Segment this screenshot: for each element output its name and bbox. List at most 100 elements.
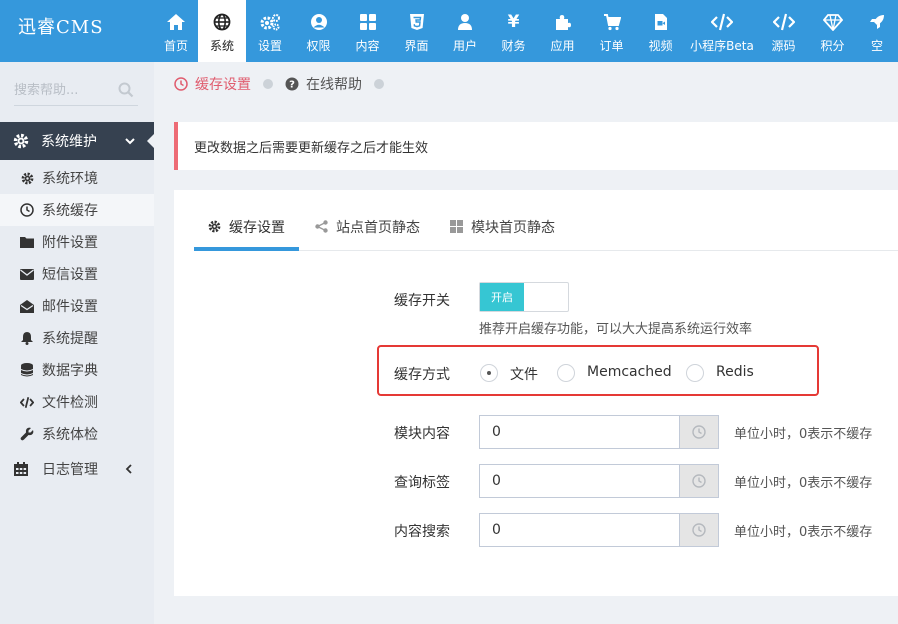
envelope-open-icon: [20, 299, 34, 313]
nav-item-more[interactable]: 空: [857, 0, 897, 62]
nav-item-settings[interactable]: 设置: [246, 0, 294, 62]
active-pointer: [147, 133, 155, 149]
settings-panel: 缓存设置 站点首页静态 模块首页静态 缓存开关 开启 推荐开启缓存功能，可以大大…: [174, 190, 898, 596]
nav-item-points[interactable]: 积分: [808, 0, 857, 62]
database-icon: [20, 363, 34, 377]
top-header: 迅睿CMS 首页 系统 设置 权限 内容 界面 用户 ¥ 财务 应用 订单 视频…: [0, 0, 898, 62]
nav-item-video[interactable]: 视频: [636, 0, 685, 62]
sidebar-item-health-check[interactable]: 系统体检: [0, 418, 154, 450]
content-search-label: 内容搜索: [394, 524, 450, 540]
sidebar-item-attachment[interactable]: 附件设置: [0, 226, 154, 258]
cog-icon: [13, 133, 31, 149]
cache-mode-label: 缓存方式: [394, 367, 450, 383]
cache-switch-hint: 推荐开启缓存功能，可以大大提高系统运行效率: [479, 322, 753, 337]
sidebar-group-system-maintenance[interactable]: 系统维护: [0, 122, 155, 160]
notice-banner: 更改数据之后需要更新缓存之后才能生效: [174, 122, 898, 170]
sidebar-item-system-env[interactable]: 系统环境: [0, 162, 154, 194]
clock-icon: [679, 464, 719, 498]
user-icon: [457, 11, 473, 33]
search-input[interactable]: [14, 76, 114, 104]
user-circle-icon: [310, 11, 328, 33]
nav-item-source[interactable]: 源码: [759, 0, 808, 62]
video-file-icon: [654, 11, 668, 33]
chevron-down-icon: [124, 135, 136, 151]
nav-item-system[interactable]: 系统: [198, 0, 246, 62]
content-search-input[interactable]: [479, 513, 679, 547]
grid-icon: [359, 11, 377, 33]
home-icon: [166, 11, 186, 33]
sidebar-item-file-check[interactable]: 文件检测: [0, 386, 154, 418]
module-content-input[interactable]: [479, 415, 679, 449]
tab-cache-settings[interactable]: 缓存设置: [194, 202, 299, 251]
module-content-label: 模块内容: [394, 426, 450, 442]
code-icon: [772, 11, 795, 33]
envelope-icon: [20, 268, 34, 280]
clock-icon: [174, 77, 188, 91]
sidebar-group-logs[interactable]: 日志管理: [0, 453, 154, 485]
breadcrumb-online-help[interactable]: ? 在线帮助: [285, 74, 362, 94]
breadcrumb-separator: [263, 79, 273, 89]
sidebar-item-system-cache[interactable]: 系统缓存: [0, 194, 154, 226]
nav-item-finance[interactable]: ¥ 财务: [489, 0, 538, 62]
nav-item-orders[interactable]: 订单: [587, 0, 636, 62]
puzzle-icon: [554, 11, 572, 33]
nav-item-miniprogram[interactable]: 小程序Beta: [685, 0, 759, 62]
tab-site-home-static[interactable]: 站点首页静态: [301, 202, 434, 251]
question-circle-icon: ?: [285, 77, 299, 91]
notice-text: 更改数据之后需要更新缓存之后才能生效: [194, 140, 429, 156]
sidebar-item-mail[interactable]: 邮件设置: [0, 290, 154, 322]
wrench-icon: [20, 427, 34, 441]
folder-icon: [20, 236, 34, 248]
radio-memcached[interactable]: [557, 364, 575, 382]
content-search-input-group: [479, 513, 719, 547]
share-icon: [315, 220, 328, 233]
cog-icon: [20, 172, 34, 185]
sidebar-item-dictionary[interactable]: 数据字典: [0, 354, 154, 386]
query-tag-input-group: [479, 464, 719, 498]
radio-file-label[interactable]: 文件: [510, 364, 538, 384]
nav-item-content[interactable]: 内容: [343, 0, 392, 62]
bell-icon: [20, 331, 34, 345]
yen-icon: ¥: [507, 12, 520, 32]
clock-icon: [679, 415, 719, 449]
html5-icon: [409, 11, 425, 33]
cog-icon: [208, 220, 221, 233]
nav-item-apps[interactable]: 应用: [538, 0, 587, 62]
sidebar-search: [14, 76, 138, 106]
clock-icon: [679, 513, 719, 547]
diamond-icon: [822, 11, 843, 33]
breadcrumb: 缓存设置 ? 在线帮助: [174, 74, 396, 94]
cache-switch-toggle[interactable]: 开启: [479, 282, 569, 312]
sidebar-item-reminder[interactable]: 系统提醒: [0, 322, 154, 354]
app-logo[interactable]: 迅睿CMS: [0, 0, 154, 62]
radio-redis-label[interactable]: Redis: [716, 364, 754, 380]
nav-item-home[interactable]: 首页: [154, 0, 198, 62]
code-icon: [20, 396, 34, 409]
tab-module-home-static[interactable]: 模块首页静态: [436, 202, 569, 251]
radio-redis[interactable]: [686, 364, 704, 382]
cache-switch-label: 缓存开关: [394, 293, 450, 309]
top-nav: 首页 系统 设置 权限 内容 界面 用户 ¥ 财务 应用 订单 视频 小程序Be…: [154, 0, 897, 62]
clock-icon: [20, 203, 34, 217]
radio-file[interactable]: [480, 364, 498, 382]
sidebar-group-label: 系统维护: [41, 134, 97, 150]
query-tag-input[interactable]: [479, 464, 679, 498]
query-tag-label: 查询标签: [394, 475, 450, 491]
module-content-unit: 单位小时，0表示不缓存: [734, 427, 873, 442]
nav-item-interface[interactable]: 界面: [392, 0, 441, 62]
nav-item-users[interactable]: 用户: [441, 0, 489, 62]
grid-icon: [450, 220, 463, 233]
globe-icon: [213, 11, 231, 33]
sidebar: 系统维护 系统环境 系统缓存 附件设置 短信设置 邮件设置 系统提醒 数据字典 …: [0, 62, 155, 624]
code-icon: [711, 11, 733, 33]
tab-bar: 缓存设置 站点首页静态 模块首页静态: [194, 202, 898, 251]
svg-text:?: ?: [289, 80, 295, 91]
query-tag-unit: 单位小时，0表示不缓存: [734, 476, 873, 491]
sidebar-item-sms[interactable]: 短信设置: [0, 258, 154, 290]
breadcrumb-separator: [374, 79, 384, 89]
cart-icon: [603, 11, 621, 33]
nav-item-permissions[interactable]: 权限: [294, 0, 343, 62]
radio-memcached-label[interactable]: Memcached: [587, 364, 672, 380]
search-icon[interactable]: [118, 82, 134, 102]
breadcrumb-cache-settings[interactable]: 缓存设置: [174, 74, 251, 94]
